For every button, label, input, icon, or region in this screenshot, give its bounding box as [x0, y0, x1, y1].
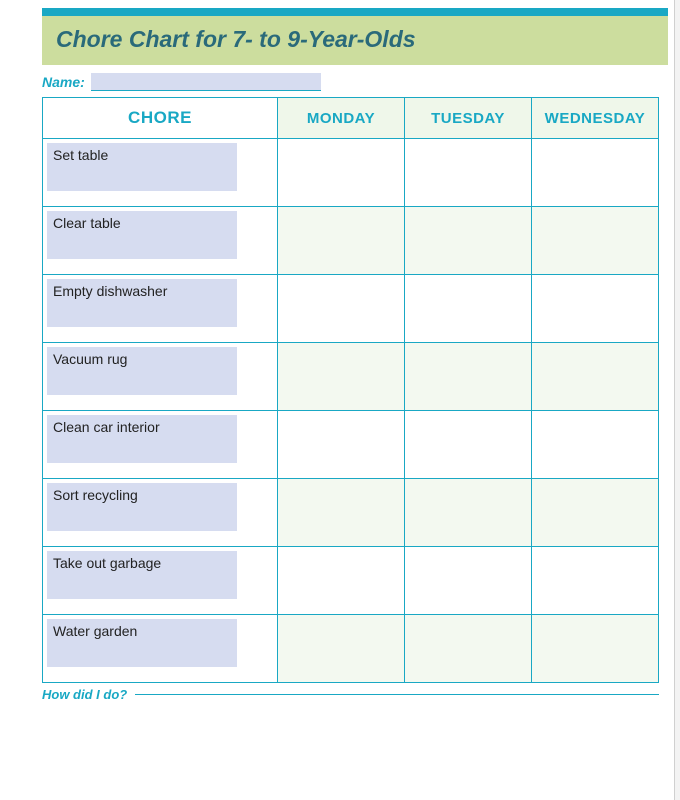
chore-name: Take out garbage: [47, 551, 237, 599]
table-row: Set table: [43, 139, 659, 207]
check-cell[interactable]: [532, 207, 659, 275]
table-row: Clean car interior: [43, 411, 659, 479]
chore-name: Set table: [47, 143, 237, 191]
table-body: Set table Clear table Empty dishwasher V…: [43, 139, 659, 683]
page-title: Chore Chart for 7- to 9-Year-Olds: [56, 26, 416, 52]
check-cell[interactable]: [532, 275, 659, 343]
table-row: Sort recycling: [43, 479, 659, 547]
table-header-row: CHORE MONDAY TUESDAY WEDNESDAY: [43, 98, 659, 139]
chore-cell: Set table: [43, 139, 278, 207]
table-row: Vacuum rug: [43, 343, 659, 411]
check-cell[interactable]: [278, 411, 405, 479]
check-cell[interactable]: [405, 547, 532, 615]
check-cell[interactable]: [405, 479, 532, 547]
check-cell[interactable]: [278, 139, 405, 207]
table-row: Water garden: [43, 615, 659, 683]
table-row: Clear table: [43, 207, 659, 275]
page: Chore Chart for 7- to 9-Year-Olds Name: …: [0, 0, 680, 800]
header-chore: CHORE: [43, 98, 278, 139]
chore-name: Vacuum rug: [47, 347, 237, 395]
check-cell[interactable]: [278, 479, 405, 547]
chore-cell: Empty dishwasher: [43, 275, 278, 343]
name-row: Name:: [42, 73, 668, 91]
check-cell[interactable]: [405, 275, 532, 343]
chore-cell: Water garden: [43, 615, 278, 683]
chore-cell: Vacuum rug: [43, 343, 278, 411]
footer-label: How did I do?: [42, 687, 127, 702]
chore-name: Water garden: [47, 619, 237, 667]
check-cell[interactable]: [532, 411, 659, 479]
check-cell[interactable]: [532, 139, 659, 207]
footer-rule: [135, 694, 659, 695]
check-cell[interactable]: [278, 207, 405, 275]
table-row: Take out garbage: [43, 547, 659, 615]
chore-cell: Clean car interior: [43, 411, 278, 479]
chore-name: Sort recycling: [47, 483, 237, 531]
check-cell[interactable]: [405, 343, 532, 411]
chore-cell: Sort recycling: [43, 479, 278, 547]
check-cell[interactable]: [532, 547, 659, 615]
table-row: Empty dishwasher: [43, 275, 659, 343]
header-day-tuesday: TUESDAY: [405, 98, 532, 139]
chore-table: CHORE MONDAY TUESDAY WEDNESDAY Set table…: [42, 97, 659, 683]
check-cell[interactable]: [278, 343, 405, 411]
accent-bar: [42, 8, 668, 16]
check-cell[interactable]: [405, 411, 532, 479]
page-right-edge: [674, 0, 680, 800]
chore-cell: Take out garbage: [43, 547, 278, 615]
footer-row: How did I do?: [42, 687, 659, 702]
chore-name: Clean car interior: [47, 415, 237, 463]
chore-cell: Clear table: [43, 207, 278, 275]
name-input-blank[interactable]: [91, 73, 321, 91]
header-day-monday: MONDAY: [278, 98, 405, 139]
name-label: Name:: [42, 74, 85, 90]
check-cell[interactable]: [278, 275, 405, 343]
title-band: Chore Chart for 7- to 9-Year-Olds: [42, 16, 668, 65]
chore-name: Clear table: [47, 211, 237, 259]
check-cell[interactable]: [532, 615, 659, 683]
check-cell[interactable]: [532, 479, 659, 547]
chore-name: Empty dishwasher: [47, 279, 237, 327]
header-day-wednesday: WEDNESDAY: [532, 98, 659, 139]
check-cell[interactable]: [278, 615, 405, 683]
check-cell[interactable]: [405, 615, 532, 683]
check-cell[interactable]: [405, 139, 532, 207]
check-cell[interactable]: [405, 207, 532, 275]
check-cell[interactable]: [532, 343, 659, 411]
check-cell[interactable]: [278, 547, 405, 615]
